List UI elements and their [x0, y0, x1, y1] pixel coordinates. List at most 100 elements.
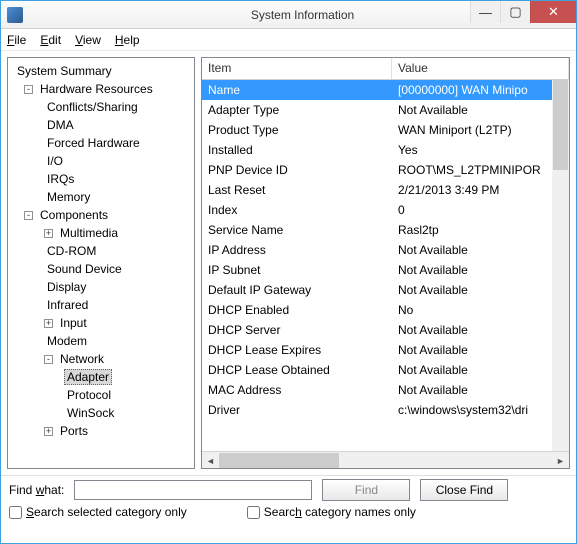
tree-item[interactable]: Memory: [10, 188, 192, 206]
cell-value: Not Available: [392, 383, 569, 397]
grid-row[interactable]: Last Reset2/21/2013 3:49 PM: [202, 180, 569, 200]
expand-icon[interactable]: +: [44, 427, 53, 436]
app-icon: [7, 7, 23, 23]
cell-item: Default IP Gateway: [202, 283, 392, 297]
tree-item[interactable]: I/O: [10, 152, 192, 170]
grid-header: Item Value: [202, 58, 569, 80]
column-header-item[interactable]: Item: [202, 58, 392, 79]
cell-item: Product Type: [202, 123, 392, 137]
grid-row[interactable]: DHCP Lease ObtainedNot Available: [202, 360, 569, 380]
tree-item[interactable]: Display: [10, 278, 192, 296]
grid-row[interactable]: PNP Device IDROOT\MS_L2TPMINIPOR: [202, 160, 569, 180]
tree-item[interactable]: WinSock: [10, 404, 192, 422]
cell-item: Installed: [202, 143, 392, 157]
grid-row[interactable]: Service NameRasl2tp: [202, 220, 569, 240]
cell-value: Not Available: [392, 103, 569, 117]
cell-item: DHCP Lease Expires: [202, 343, 392, 357]
column-header-value[interactable]: Value: [392, 58, 569, 79]
find-bar: Find what: Find Close Find: [1, 475, 576, 503]
find-label: Find what:: [9, 483, 64, 497]
cell-value: Not Available: [392, 263, 569, 277]
grid-row[interactable]: Index0: [202, 200, 569, 220]
tree-item[interactable]: Infrared: [10, 296, 192, 314]
grid-row[interactable]: Name[00000000] WAN Minipo: [202, 80, 569, 100]
cell-item: Service Name: [202, 223, 392, 237]
checkbox[interactable]: [247, 506, 260, 519]
cell-value: ROOT\MS_L2TPMINIPOR: [392, 163, 569, 177]
tree-network[interactable]: - Network: [10, 350, 192, 368]
cell-item: MAC Address: [202, 383, 392, 397]
menu-file[interactable]: File: [7, 33, 26, 47]
expand-icon[interactable]: +: [44, 229, 53, 238]
tree-components[interactable]: - Components: [10, 206, 192, 224]
grid-row[interactable]: Driverc:\windows\system32\dri: [202, 400, 569, 420]
tree-root[interactable]: System Summary: [10, 62, 192, 80]
menu-bar: File Edit View Help: [1, 29, 576, 51]
collapse-icon[interactable]: -: [44, 355, 53, 364]
grid-row[interactable]: Adapter TypeNot Available: [202, 100, 569, 120]
grid-row[interactable]: DHCP ServerNot Available: [202, 320, 569, 340]
grid-row[interactable]: DHCP EnabledNo: [202, 300, 569, 320]
details-pane: Item Value Name[00000000] WAN MinipoAdap…: [201, 57, 570, 469]
scroll-left-icon[interactable]: ◄: [202, 452, 219, 469]
tree-ports[interactable]: + Ports: [10, 422, 192, 440]
grid-row[interactable]: InstalledYes: [202, 140, 569, 160]
cell-item: Last Reset: [202, 183, 392, 197]
tree-item[interactable]: Conflicts/Sharing: [10, 98, 192, 116]
minimize-button[interactable]: —: [470, 1, 500, 23]
search-selected-category-checkbox[interactable]: Search selected category only: [9, 505, 187, 519]
content-area: System Summary - Hardware Resources Conf…: [1, 51, 576, 475]
grid-row[interactable]: IP AddressNot Available: [202, 240, 569, 260]
cell-value: 0: [392, 203, 569, 217]
tree-item[interactable]: DMA: [10, 116, 192, 134]
cell-item: Adapter Type: [202, 103, 392, 117]
tree-item[interactable]: Forced Hardware: [10, 134, 192, 152]
grid-row[interactable]: MAC AddressNot Available: [202, 380, 569, 400]
tree-view[interactable]: System Summary - Hardware Resources Conf…: [7, 57, 195, 469]
search-category-names-checkbox[interactable]: Search category names only: [247, 505, 416, 519]
cell-value: WAN Miniport (L2TP): [392, 123, 569, 137]
horizontal-scrollbar[interactable]: ◄ ►: [202, 451, 569, 468]
close-find-button[interactable]: Close Find: [420, 479, 508, 501]
grid-body[interactable]: Name[00000000] WAN MinipoAdapter TypeNot…: [202, 80, 569, 451]
window-controls: — ▢ ✕: [470, 1, 576, 23]
cell-value: Not Available: [392, 243, 569, 257]
vertical-scrollbar[interactable]: [552, 80, 569, 451]
tree-item[interactable]: Sound Device: [10, 260, 192, 278]
tree-item[interactable]: CD-ROM: [10, 242, 192, 260]
cell-item: Index: [202, 203, 392, 217]
cell-item: DHCP Enabled: [202, 303, 392, 317]
tree-item[interactable]: IRQs: [10, 170, 192, 188]
tree-item[interactable]: Adapter: [10, 368, 192, 386]
find-options: Search selected category only Search cat…: [1, 503, 576, 525]
menu-view[interactable]: View: [75, 33, 101, 47]
scroll-right-icon[interactable]: ►: [552, 452, 569, 469]
tree-item[interactable]: +Multimedia: [10, 224, 192, 242]
close-button[interactable]: ✕: [530, 1, 576, 23]
grid-row[interactable]: IP SubnetNot Available: [202, 260, 569, 280]
cell-value: Not Available: [392, 343, 569, 357]
grid-row[interactable]: DHCP Lease ExpiresNot Available: [202, 340, 569, 360]
checkbox[interactable]: [9, 506, 22, 519]
menu-edit[interactable]: Edit: [40, 33, 61, 47]
scrollbar-thumb[interactable]: [219, 453, 339, 468]
find-input[interactable]: [74, 480, 312, 500]
cell-item: DHCP Server: [202, 323, 392, 337]
tree-item[interactable]: Protocol: [10, 386, 192, 404]
expand-icon[interactable]: +: [44, 319, 53, 328]
menu-help[interactable]: Help: [115, 33, 140, 47]
tree-item[interactable]: Modem: [10, 332, 192, 350]
cell-item: IP Subnet: [202, 263, 392, 277]
cell-value: [00000000] WAN Minipo: [392, 83, 569, 97]
maximize-button[interactable]: ▢: [500, 1, 530, 23]
tree-hardware-resources[interactable]: - Hardware Resources: [10, 80, 192, 98]
grid-row[interactable]: Default IP GatewayNot Available: [202, 280, 569, 300]
scrollbar-thumb[interactable]: [553, 80, 568, 170]
tree-item[interactable]: +Input: [10, 314, 192, 332]
find-button[interactable]: Find: [322, 479, 410, 501]
cell-value: No: [392, 303, 569, 317]
collapse-icon[interactable]: -: [24, 85, 33, 94]
cell-item: PNP Device ID: [202, 163, 392, 177]
collapse-icon[interactable]: -: [24, 211, 33, 220]
grid-row[interactable]: Product TypeWAN Miniport (L2TP): [202, 120, 569, 140]
